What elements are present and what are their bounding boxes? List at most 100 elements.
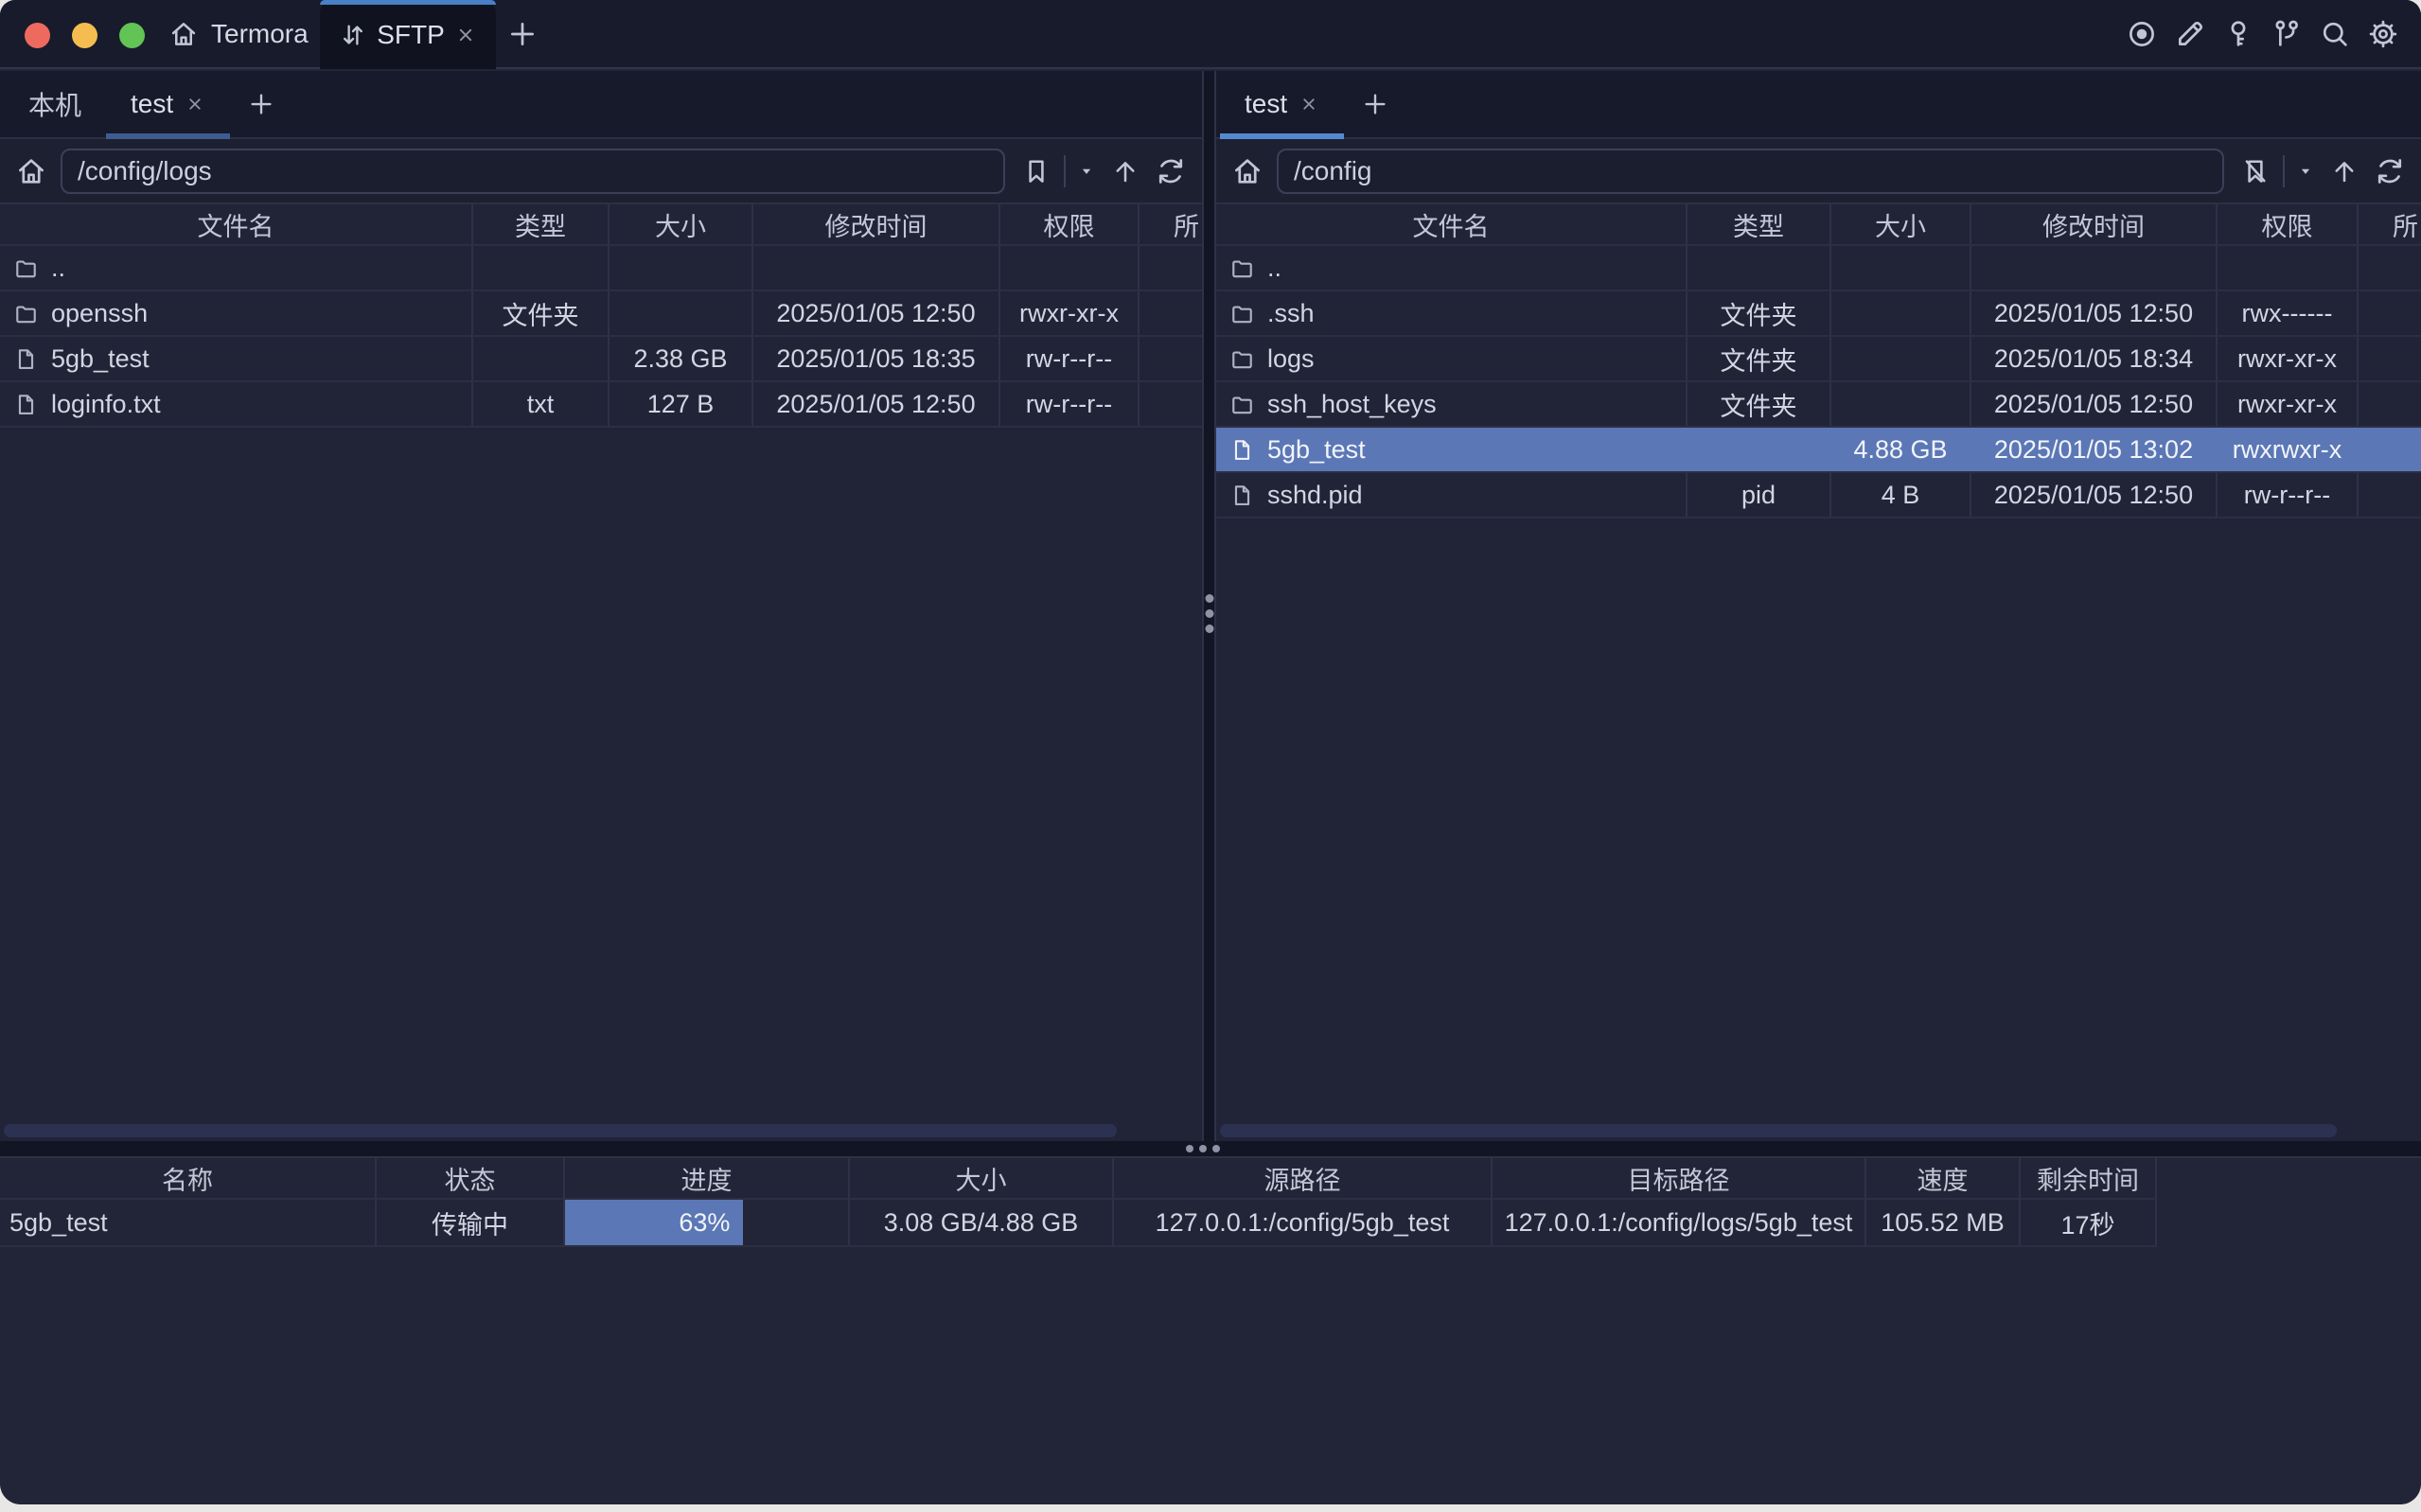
column-header-remaining[interactable]: 剩余时间 <box>2021 1158 2157 1200</box>
left-tab-local-label: 本机 <box>28 85 81 123</box>
file-name: .ssh <box>1267 299 1315 328</box>
column-header-type[interactable]: 类型 <box>1688 204 1831 244</box>
column-header-size[interactable]: 大小 <box>1831 204 1971 244</box>
column-header-perm[interactable]: 权限 <box>1000 204 1140 244</box>
column-header-size[interactable]: 大小 <box>610 204 753 244</box>
right-bookmark-off-icon[interactable] <box>2237 153 2273 189</box>
left-refresh-icon[interactable] <box>1153 153 1189 189</box>
file-name: 5gb_test <box>1267 435 1366 465</box>
left-parent-dir-icon[interactable] <box>1107 153 1143 189</box>
transfer-panel-splitter[interactable] <box>0 1141 2421 1156</box>
table-row[interactable]: logs 文件夹 2025/01/05 18:34 rwxr-xr-x <box>1216 337 2421 382</box>
zoom-window-button[interactable] <box>119 23 145 48</box>
file-name: ssh_host_keys <box>1267 390 1437 419</box>
column-header-mtime[interactable]: 修改时间 <box>1971 204 2218 244</box>
table-row[interactable]: ssh_host_keys 文件夹 2025/01/05 12:50 rwxr-… <box>1216 382 2421 428</box>
right-toolbar-buttons <box>2237 153 2408 189</box>
progress-label: 63% <box>679 1208 730 1238</box>
pane-splitter-vertical[interactable] <box>1202 71 1216 1141</box>
new-tab-button[interactable] <box>502 13 543 55</box>
edit-icon[interactable] <box>2173 17 2207 51</box>
left-path-input[interactable] <box>61 149 1005 194</box>
splitter-drag-handle[interactable] <box>1186 1145 1220 1152</box>
table-row[interactable]: .. <box>0 246 1202 291</box>
tab-termora-label: Termora <box>211 19 309 49</box>
transfer-table-header: 名称 状态 进度 大小 源路径 目标路径 速度 剩余时间 <box>0 1158 2421 1200</box>
folder-icon <box>13 255 39 281</box>
branch-icon[interactable] <box>2270 17 2304 51</box>
tab-termora-home[interactable]: Termora <box>159 0 318 67</box>
left-bookmark-icon[interactable] <box>1018 153 1054 189</box>
tab-close-icon[interactable] <box>454 24 477 46</box>
table-row-selected[interactable]: 5gb_test 4.88 GB 2025/01/05 13:02 rwxrwx… <box>1216 428 2421 473</box>
column-header-type[interactable]: 类型 <box>473 204 610 244</box>
settings-gear-icon[interactable] <box>2366 17 2400 51</box>
column-header-progress[interactable]: 进度 <box>565 1158 850 1200</box>
right-pane-new-tab-button[interactable] <box>1344 71 1406 137</box>
table-row[interactable]: openssh 文件夹 2025/01/05 12:50 rwxr-xr-x <box>0 291 1202 337</box>
column-header-owner[interactable]: 所 <box>1140 204 1202 244</box>
home-icon <box>168 19 199 49</box>
left-horizontal-scrollbar[interactable] <box>4 1124 1117 1137</box>
column-header-filename[interactable]: 文件名 <box>0 204 473 244</box>
file-name: openssh <box>51 299 148 328</box>
right-file-table: 文件名 类型 大小 修改时间 权限 所 .. .ssh <box>1216 204 2421 519</box>
left-tab-local[interactable]: 本机 <box>4 71 106 137</box>
table-row[interactable]: .ssh 文件夹 2025/01/05 12:50 rwx------ <box>1216 291 2421 337</box>
left-tab-test-label: test <box>131 89 173 119</box>
tab-sftp[interactable]: SFTP <box>320 0 496 69</box>
column-header-filename[interactable]: 文件名 <box>1216 204 1688 244</box>
right-tab-test[interactable]: test <box>1220 71 1344 137</box>
titlebar-actions <box>2125 0 2400 67</box>
file-icon <box>13 346 39 372</box>
splitter-drag-handle[interactable] <box>1205 594 1213 633</box>
right-parent-dir-icon[interactable] <box>2326 153 2362 189</box>
file-name: .. <box>51 254 65 283</box>
file-icon <box>13 392 39 417</box>
table-row[interactable]: sshd.pid pid 4 B 2025/01/05 12:50 rw-r--… <box>1216 473 2421 519</box>
right-refresh-icon[interactable] <box>2372 153 2408 189</box>
right-bookmark-dropdown-icon[interactable] <box>2294 153 2317 189</box>
file-icon <box>1229 437 1255 463</box>
left-home-icon[interactable] <box>9 149 53 193</box>
left-tab-test[interactable]: test <box>106 71 230 137</box>
column-header-mtime[interactable]: 修改时间 <box>753 204 1000 244</box>
right-horizontal-scrollbar[interactable] <box>1220 1124 2337 1137</box>
record-icon[interactable] <box>2125 17 2159 51</box>
column-header-speed[interactable]: 速度 <box>1866 1158 2021 1200</box>
search-icon[interactable] <box>2318 17 2352 51</box>
left-file-pane: 本机 test <box>0 71 1202 1141</box>
table-row[interactable]: .. <box>1216 246 2421 291</box>
close-window-button[interactable] <box>25 23 50 48</box>
table-row[interactable]: loginfo.txt txt 127 B 2025/01/05 12:50 r… <box>0 382 1202 428</box>
transfer-arrows-icon <box>339 21 367 49</box>
file-name: 5gb_test <box>51 344 150 374</box>
left-file-table: 文件名 类型 大小 修改时间 权限 所 .. openssh <box>0 204 1202 428</box>
column-header-size[interactable]: 大小 <box>850 1158 1114 1200</box>
key-icon[interactable] <box>2221 17 2255 51</box>
left-tab-close-icon[interactable] <box>185 94 205 114</box>
right-table-header: 文件名 类型 大小 修改时间 权限 所 <box>1216 204 2421 246</box>
column-header-status[interactable]: 状态 <box>377 1158 565 1200</box>
left-pane-new-tab-button[interactable] <box>230 71 292 137</box>
transfer-row[interactable]: 5gb_test 传输中 63% 3.08 GB/4.88 GB 127.0.0… <box>0 1200 2421 1247</box>
transfer-panel: 名称 状态 进度 大小 源路径 目标路径 速度 剩余时间 5gb_test 传输… <box>0 1156 2421 1504</box>
column-header-perm[interactable]: 权限 <box>2218 204 2359 244</box>
folder-icon <box>1229 255 1255 281</box>
toolbar-separator <box>1064 155 1066 187</box>
minimize-window-button[interactable] <box>72 23 97 48</box>
right-pane-toolbar <box>1216 139 2421 204</box>
left-toolbar-buttons <box>1018 153 1189 189</box>
table-row[interactable]: 5gb_test 2.38 GB 2025/01/05 18:35 rw-r--… <box>0 337 1202 382</box>
column-header-target[interactable]: 目标路径 <box>1493 1158 1866 1200</box>
folder-icon <box>1229 346 1255 372</box>
progress-bar: 63% <box>565 1200 743 1245</box>
folder-icon <box>1229 392 1255 417</box>
left-bookmark-dropdown-icon[interactable] <box>1075 153 1098 189</box>
column-header-name[interactable]: 名称 <box>0 1158 377 1200</box>
right-tab-close-icon[interactable] <box>1299 94 1319 114</box>
right-home-icon[interactable] <box>1226 149 1269 193</box>
right-path-input[interactable] <box>1277 149 2224 194</box>
column-header-owner[interactable]: 所 <box>2359 204 2421 244</box>
column-header-source[interactable]: 源路径 <box>1114 1158 1493 1200</box>
